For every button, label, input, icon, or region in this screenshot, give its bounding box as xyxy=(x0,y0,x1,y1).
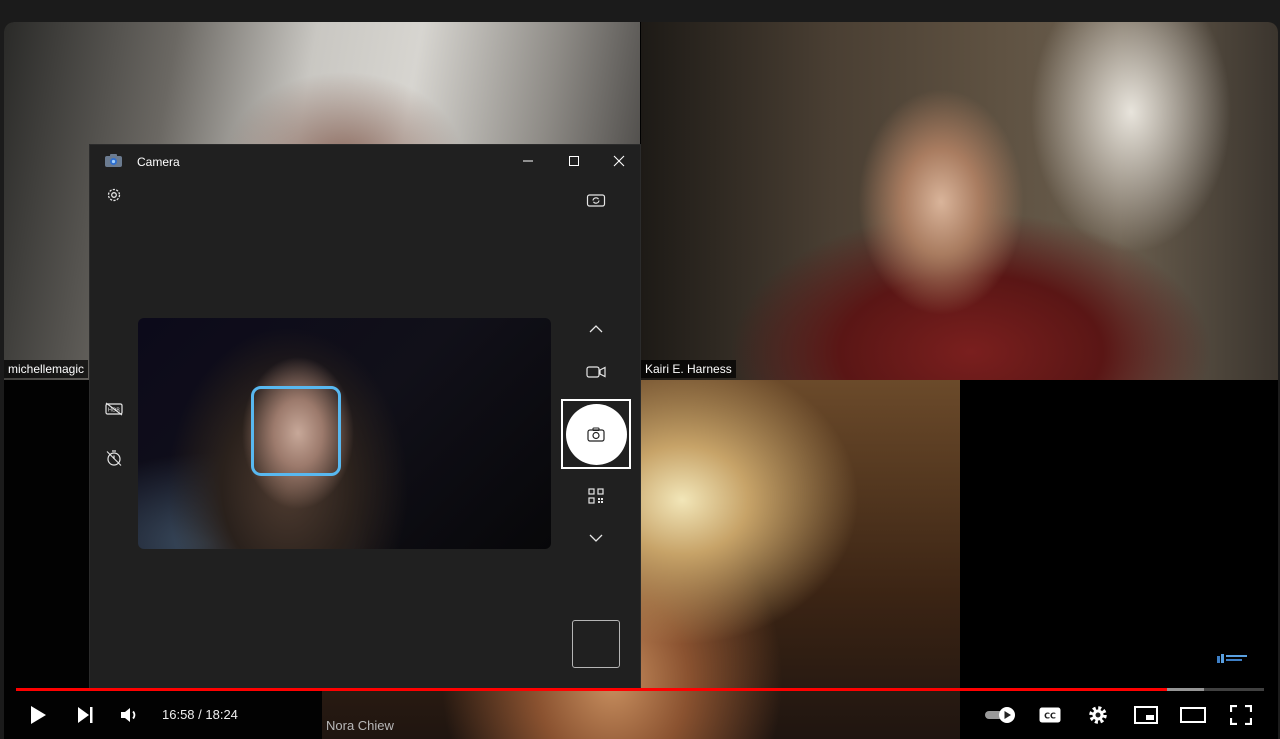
next-icon xyxy=(78,707,93,723)
qr-code-icon xyxy=(588,488,604,504)
theater-icon xyxy=(1180,707,1206,723)
camera-titlebar[interactable]: Camera xyxy=(90,145,640,177)
face-detection-box xyxy=(251,386,341,476)
participant-name-label: michellemagic xyxy=(4,360,89,378)
close-icon xyxy=(613,155,625,167)
subtitles-button[interactable]: CC xyxy=(1030,695,1070,735)
gear-icon xyxy=(107,188,121,202)
video-camera-icon xyxy=(586,366,606,378)
timer-off-icon xyxy=(106,450,122,466)
timer-button[interactable] xyxy=(98,442,130,474)
fullscreen-button[interactable] xyxy=(1221,695,1261,735)
cc-icon: CC xyxy=(1039,707,1061,723)
video-mode-button[interactable] xyxy=(580,356,612,388)
svg-text:CC: CC xyxy=(1044,712,1056,721)
volume-icon xyxy=(121,708,136,722)
last-capture-thumbnail[interactable] xyxy=(572,620,620,668)
chevron-down-icon xyxy=(589,534,603,542)
hdr-toggle-button[interactable]: HDR xyxy=(98,393,130,425)
play-icon xyxy=(31,706,46,724)
participant-tile-empty-right xyxy=(960,380,1278,739)
chevron-up-icon xyxy=(589,325,603,333)
window-title: Camera xyxy=(137,155,180,169)
time-display: 16:58 / 18:24 xyxy=(162,707,238,722)
gear-icon xyxy=(1089,706,1107,724)
camera-window[interactable]: Camera HDR xyxy=(89,144,641,691)
theater-mode-button[interactable] xyxy=(1173,695,1213,735)
camera-icon xyxy=(587,426,605,442)
participant-tile-kairi xyxy=(641,22,1278,380)
take-photo-button[interactable] xyxy=(565,403,627,465)
video-player[interactable]: michellemagic Kairi E. Harness Nora Chie… xyxy=(0,0,1280,739)
fullscreen-icon xyxy=(1230,705,1252,725)
maximize-icon xyxy=(569,156,579,166)
camera-preview[interactable] xyxy=(138,318,551,549)
next-video-button[interactable] xyxy=(65,695,105,735)
miniplayer-icon xyxy=(1134,706,1158,724)
switch-camera-icon xyxy=(586,194,606,207)
settings-button[interactable] xyxy=(98,179,130,211)
autoplay-toggle[interactable] xyxy=(980,695,1022,735)
switch-camera-button[interactable] xyxy=(580,184,612,216)
autoplay-toggle-icon xyxy=(985,707,1015,723)
miniplayer-button[interactable] xyxy=(1126,695,1166,735)
minimize-icon xyxy=(523,160,533,162)
photo-mode-selector[interactable] xyxy=(561,399,631,469)
minimize-button[interactable] xyxy=(505,145,551,177)
qr-code-mode-button[interactable] xyxy=(580,480,612,512)
settings-button[interactable] xyxy=(1078,695,1118,735)
channel-watermark-logo xyxy=(1217,654,1247,663)
player-controls: 16:58 / 18:24 CC xyxy=(0,691,1280,739)
hdr-off-icon: HDR xyxy=(105,402,123,416)
close-button[interactable] xyxy=(596,145,642,177)
participant-name-label: Kairi E. Harness xyxy=(641,360,736,378)
mode-scroll-up-button[interactable] xyxy=(580,313,612,345)
play-button[interactable] xyxy=(18,695,58,735)
maximize-button[interactable] xyxy=(551,145,597,177)
mode-scroll-down-button[interactable] xyxy=(580,522,612,554)
mute-button[interactable] xyxy=(110,695,150,735)
camera-app-icon xyxy=(105,154,122,167)
